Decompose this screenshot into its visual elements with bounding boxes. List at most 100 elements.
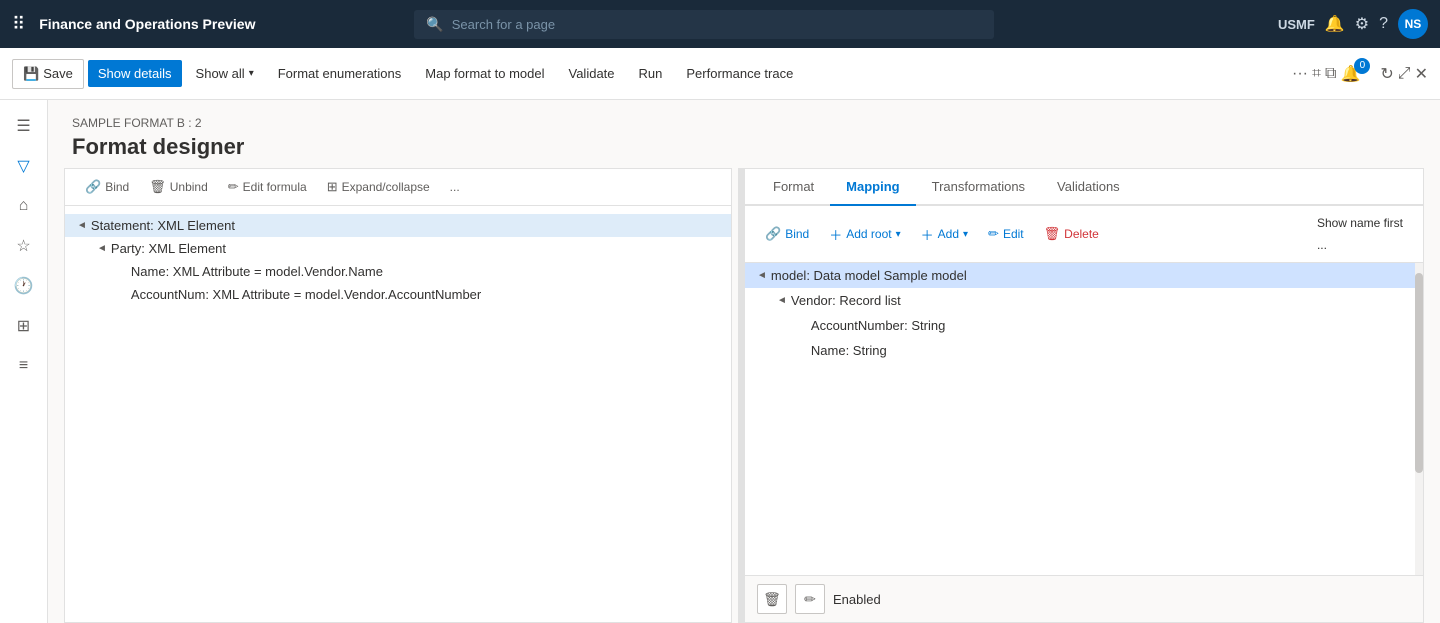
save-icon: 💾 xyxy=(23,66,39,82)
footer-delete-button[interactable]: 🗑 xyxy=(757,584,787,614)
tab-mapping[interactable]: Mapping xyxy=(830,169,915,206)
content-area: SAMPLE FORMAT B : 2 Format designer 🔗 Bi… xyxy=(48,100,1440,623)
edit-formula-icon: ✏ xyxy=(228,179,239,195)
region-label: USMF xyxy=(1278,17,1315,32)
collapse-icon[interactable]: ◄ xyxy=(97,243,107,254)
sidebar-filter-icon[interactable]: ▽ xyxy=(6,148,42,184)
toolbar-expand-icon[interactable]: ⧉ xyxy=(1325,65,1336,83)
map-format-to-model-button[interactable]: Map format to model xyxy=(415,60,554,87)
format-toolbar: 🔗 Bind 🗑 Unbind ✏ Edit formula ⊞ Expand/… xyxy=(65,169,731,206)
add-root-icon: ＋ xyxy=(829,225,842,244)
expand-collapse-button[interactable]: ⊞ Expand/collapse xyxy=(319,175,438,199)
tree-item[interactable]: ◄ Party: XML Element xyxy=(65,237,731,260)
mapping-bind-button[interactable]: 🔗 Bind xyxy=(757,222,817,246)
mapping-footer: 🗑 ✏ Enabled xyxy=(745,575,1423,622)
notification-icon[interactable]: 🔔 xyxy=(1325,14,1345,34)
delete-icon: 🗑 xyxy=(1044,226,1061,242)
toolbar-detach-icon[interactable]: ⤢ xyxy=(1398,65,1411,83)
search-icon: 🔍 xyxy=(426,16,443,33)
format-enumerations-button[interactable]: Format enumerations xyxy=(268,60,412,87)
page-header: SAMPLE FORMAT B : 2 Format designer xyxy=(48,100,1440,168)
expand-icon: ⊞ xyxy=(327,179,338,195)
notification-badge: 0 xyxy=(1354,58,1370,74)
add-root-button[interactable]: ＋ Add root ▾ xyxy=(821,221,908,248)
edit-formula-button[interactable]: ✏ Edit formula xyxy=(220,175,315,199)
mapping-tree-item[interactable]: ◄ model: Data model Sample model xyxy=(745,263,1423,288)
page-title: Format designer xyxy=(72,134,1416,160)
toolbar-right-icons: ··· ⌗ ⧉ 🔔 0 ↻ ⤢ ✕ xyxy=(1292,64,1428,84)
bind-icon: 🔗 xyxy=(85,179,101,195)
mapping-tree: ◄ model: Data model Sample model ◄ Vendo… xyxy=(745,263,1423,575)
app-title: Finance and Operations Preview xyxy=(39,16,255,32)
collapse-spacer: ◄ xyxy=(117,266,127,277)
tree-item[interactable]: ◄ Statement: XML Element xyxy=(65,214,731,237)
add-button[interactable]: ＋ Add ▾ xyxy=(913,221,976,248)
show-name-first-button[interactable]: Show name first xyxy=(1309,212,1411,234)
tab-validations[interactable]: Validations xyxy=(1041,169,1136,206)
validate-button[interactable]: Validate xyxy=(559,60,625,87)
toolbar-refresh-icon[interactable]: ↻ xyxy=(1380,64,1393,84)
edit-button[interactable]: ✏ Edit xyxy=(980,222,1032,246)
tab-bar: Format Mapping Transformations Validatio… xyxy=(745,169,1423,206)
unbind-button[interactable]: 🗑 Unbind xyxy=(141,175,216,199)
sidebar-recent-icon[interactable]: 🕐 xyxy=(6,268,42,304)
top-navigation: ⠿ Finance and Operations Preview 🔍 USMF … xyxy=(0,0,1440,48)
collapse-spacer: ◄ xyxy=(797,345,807,356)
sidebar-home-icon[interactable]: ⌂ xyxy=(6,188,42,224)
app-grid-icon[interactable]: ⠿ xyxy=(12,14,25,35)
tree-item[interactable]: ◄ Name: XML Attribute = model.Vendor.Nam… xyxy=(65,260,731,283)
collapse-icon[interactable]: ◄ xyxy=(757,270,767,281)
format-panel: 🔗 Bind 🗑 Unbind ✏ Edit formula ⊞ Expand/… xyxy=(64,168,732,623)
edit-icon: ✏ xyxy=(988,226,999,242)
mapping-tree-item[interactable]: ◄ Name: String xyxy=(745,338,1423,363)
main-content: ☰ ▽ ⌂ ☆ 🕐 ⊞ ≡ SAMPLE FORMAT B : 2 Format… xyxy=(0,100,1440,623)
footer-edit-button[interactable]: ✏ xyxy=(795,584,825,614)
tab-format[interactable]: Format xyxy=(757,169,830,206)
show-all-button[interactable]: Show all ▾ xyxy=(186,60,264,87)
designer-area: 🔗 Bind 🗑 Unbind ✏ Edit formula ⊞ Expand/… xyxy=(48,168,1440,623)
delete-button[interactable]: 🗑 Delete xyxy=(1036,222,1107,246)
mapping-panel: Format Mapping Transformations Validatio… xyxy=(744,168,1424,623)
tree-item[interactable]: ◄ AccountNum: XML Attribute = model.Vend… xyxy=(65,283,731,306)
format-tree: ◄ Statement: XML Element ◄ Party: XML El… xyxy=(65,206,731,622)
add-icon: ＋ xyxy=(921,225,934,244)
scrollbar-thumb xyxy=(1415,273,1423,473)
save-button[interactable]: 💾 Save xyxy=(12,59,84,89)
collapse-icon[interactable]: ◄ xyxy=(77,220,87,231)
search-box[interactable]: 🔍 xyxy=(414,10,994,39)
toolbar-close-icon[interactable]: ✕ xyxy=(1415,64,1428,84)
main-toolbar: 💾 Save Show details Show all ▾ Format en… xyxy=(0,48,1440,100)
performance-trace-button[interactable]: Performance trace xyxy=(676,60,803,87)
sidebar-workspaces-icon[interactable]: ⊞ xyxy=(6,308,42,344)
add-chevron-icon: ▾ xyxy=(963,229,968,240)
settings-icon[interactable]: ⚙ xyxy=(1355,14,1369,34)
scrollbar-track xyxy=(1415,263,1423,575)
sidebar-menu-icon[interactable]: ☰ xyxy=(6,108,42,144)
footer-status: Enabled xyxy=(833,592,881,607)
collapse-spacer: ◄ xyxy=(797,320,807,331)
mapping-bind-icon: 🔗 xyxy=(765,226,781,242)
unbind-icon: 🗑 xyxy=(149,179,166,195)
run-button[interactable]: Run xyxy=(629,60,673,87)
tab-transformations[interactable]: Transformations xyxy=(916,169,1041,206)
mapping-tree-item[interactable]: ◄ Vendor: Record list xyxy=(745,288,1423,313)
toolbar-more-icon[interactable]: ··· xyxy=(1292,65,1308,83)
sidebar-favorites-icon[interactable]: ☆ xyxy=(6,228,42,264)
format-more-button[interactable]: ... xyxy=(442,176,468,198)
footer-edit-icon: ✏ xyxy=(804,591,816,608)
search-input[interactable] xyxy=(452,17,983,32)
mapping-more-button[interactable]: ... xyxy=(1309,234,1335,256)
footer-delete-icon: 🗑 xyxy=(763,591,781,608)
toolbar-connect-icon[interactable]: ⌗ xyxy=(1312,65,1321,83)
breadcrumb: SAMPLE FORMAT B : 2 xyxy=(72,116,1416,130)
chevron-down-icon: ▾ xyxy=(249,68,254,79)
help-icon[interactable]: ? xyxy=(1379,15,1388,33)
nav-right: USMF 🔔 ⚙ ? NS xyxy=(1278,9,1428,39)
mapping-tree-item[interactable]: ◄ AccountNumber: String xyxy=(745,313,1423,338)
avatar[interactable]: NS xyxy=(1398,9,1428,39)
left-sidebar: ☰ ▽ ⌂ ☆ 🕐 ⊞ ≡ xyxy=(0,100,48,623)
collapse-icon[interactable]: ◄ xyxy=(777,295,787,306)
bind-button[interactable]: 🔗 Bind xyxy=(77,175,137,199)
show-details-button[interactable]: Show details xyxy=(88,60,182,87)
sidebar-modules-icon[interactable]: ≡ xyxy=(6,348,42,384)
